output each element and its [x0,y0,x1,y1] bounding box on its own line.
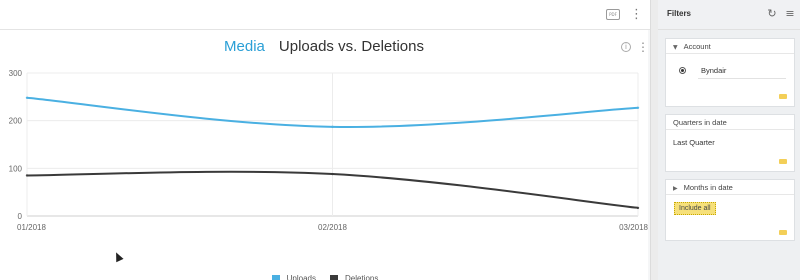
chevron-down-icon: ▼ [673,44,678,51]
filters-header: Filters ↻ ≡ [658,0,800,30]
account-divider [698,78,786,79]
data-point-deletions [25,174,29,177]
data-point-deletions [636,206,640,210]
data-point-uploads [636,106,640,109]
line-chart: 0 100 200 300 01/2018 02/2018 03/2018 [9,69,649,232]
x-tick-label: 02/2018 [318,223,347,232]
y-tick-label: 300 [9,69,23,78]
filter-months: ▶ Months in date Include all [665,179,795,241]
filters-panel: Filters ↻ ≡ ▼ Account Byndair Quarters in… [658,0,800,280]
include-all-chip[interactable]: Include all [674,202,716,215]
filter-quarters-value[interactable]: Last Quarter [673,138,715,147]
y-tick-label: 100 [9,164,23,173]
months-toggle[interactable] [779,230,787,235]
y-tick-label: 200 [9,117,23,126]
x-tick-label: 03/2018 [619,223,648,232]
quarters-toggle[interactable] [779,159,787,164]
app-root: PDF ⋮ Media Uploads vs. Deletions Uploads… [0,0,800,280]
filters-title: Filters [667,9,692,18]
account-radio[interactable] [679,67,686,74]
panel-divider-scrollbar[interactable] [650,0,658,280]
filter-account-header[interactable]: ▼ Account [666,39,794,54]
filter-months-header[interactable]: ▶ Months in date [666,180,794,195]
dashboard-main: PDF ⋮ Media Uploads vs. Deletions Uploads… [0,0,650,280]
y-tick-label: 0 [18,212,23,221]
filter-account: ▼ Account Byndair [665,38,795,107]
data-point-uploads [331,125,334,129]
filter-quarters-label: Quarters in date [673,118,727,127]
account-toggle[interactable] [779,94,787,99]
filter-account-label: Account [683,42,711,51]
filter-months-label: Months in date [683,183,733,192]
data-point-deletions [331,172,334,176]
x-tick-label: 01/2018 [17,223,46,232]
refresh-icon[interactable]: ↻ [766,7,778,21]
chevron-right-icon: ▶ [673,185,678,192]
filter-quarters: Quarters in date Last Quarter [665,114,795,172]
account-radio-label: Byndair [701,66,727,75]
menu-icon[interactable]: ≡ [784,7,796,21]
data-point-uploads [25,96,29,99]
filter-quarters-header[interactable]: Quarters in date [666,115,794,130]
